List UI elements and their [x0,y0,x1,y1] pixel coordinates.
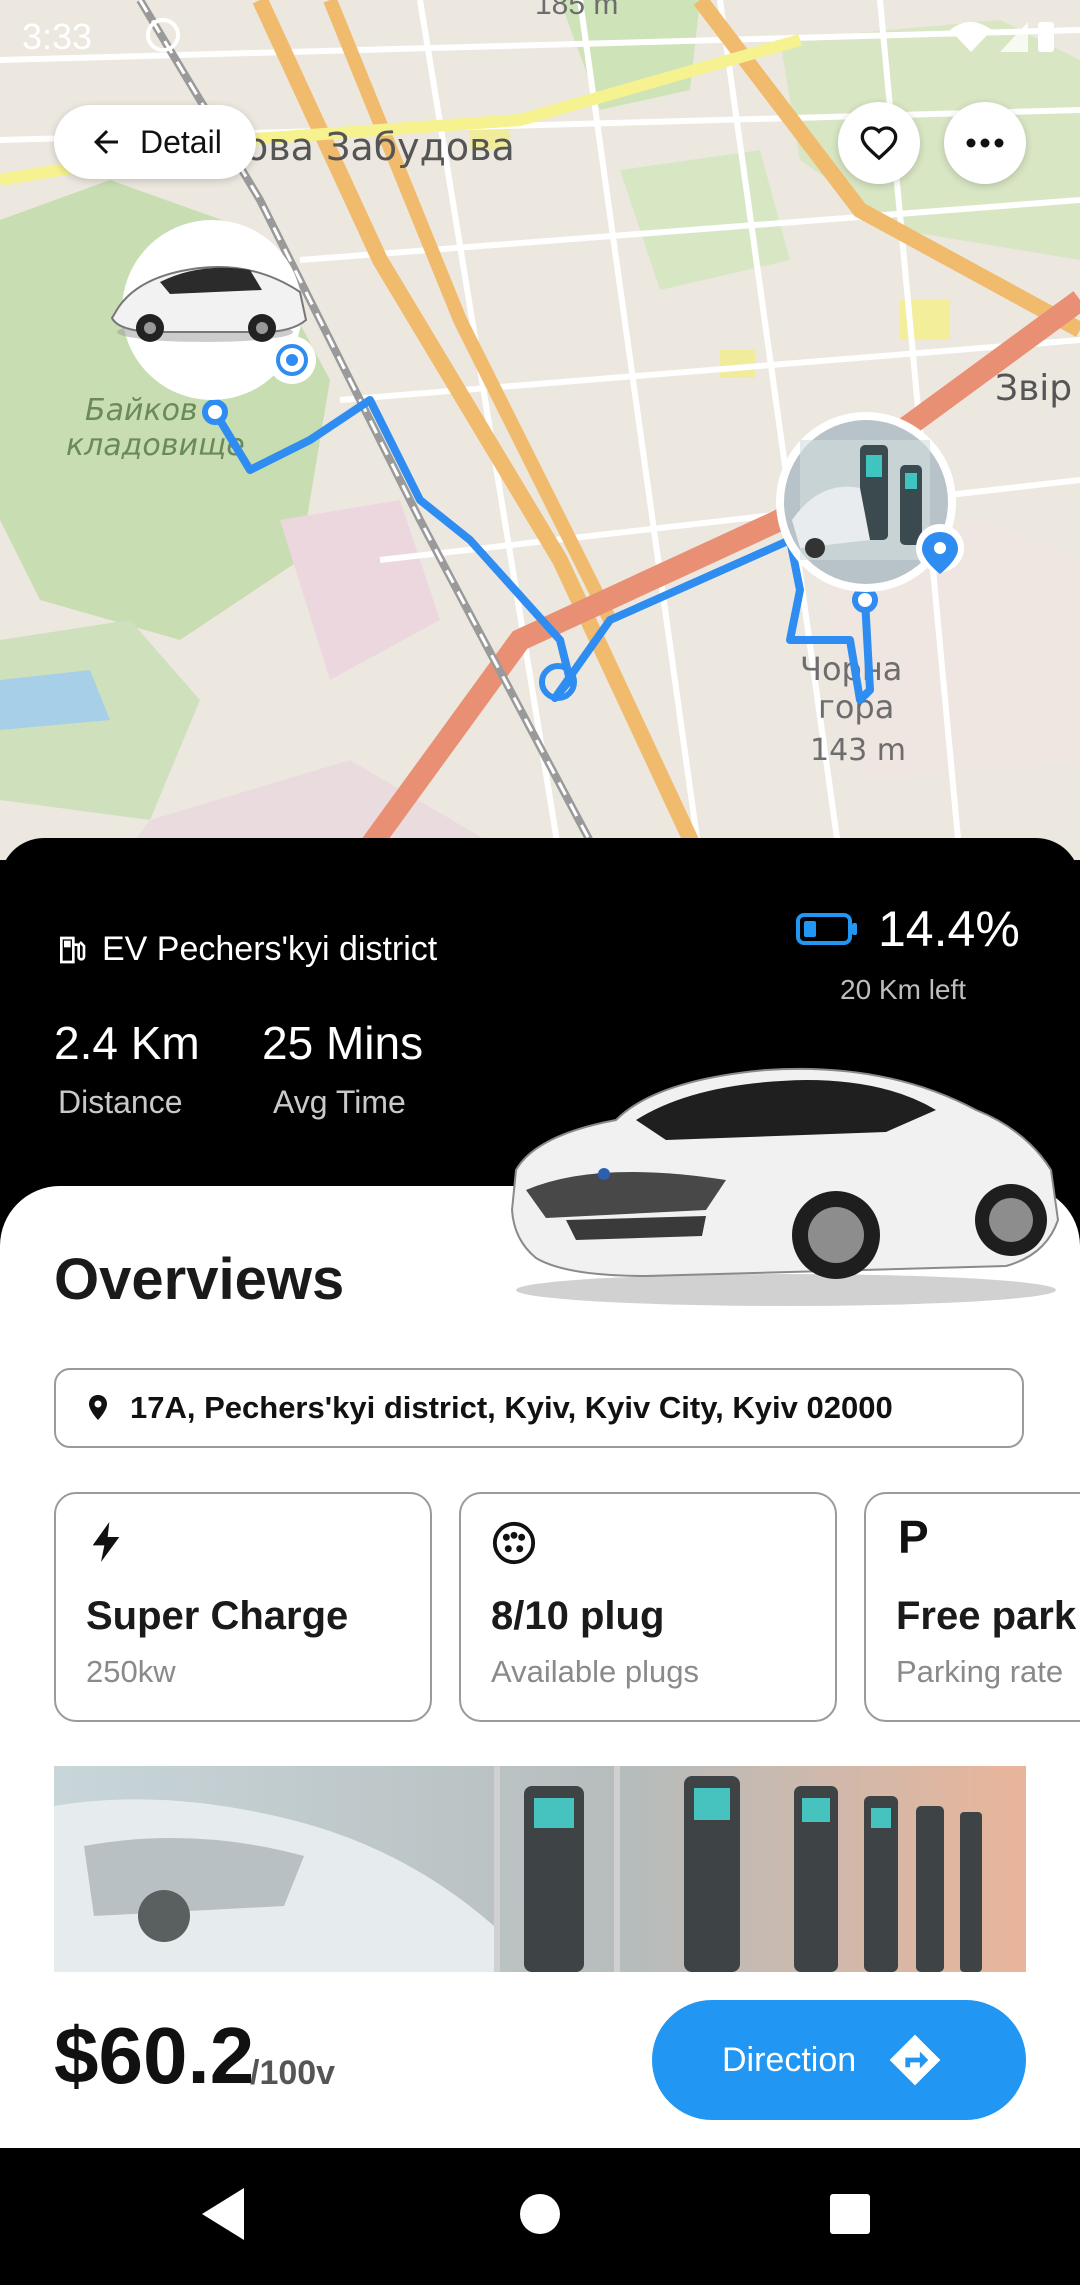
feature-card-subtitle: 250kw [86,1654,176,1689]
wifi-icon [950,22,992,52]
signal-icon [1000,22,1028,52]
address-text: 17A, Pechers'kyi district, Kyiv, Kyiv Ci… [130,1390,893,1425]
parking-icon: P [898,1511,929,1563]
plug-socket-icon [492,1521,536,1565]
status-bar: 3:33 [22,10,1058,60]
feature-card-plugs[interactable]: 8/10 plug Available plugs [459,1492,837,1722]
direction-label: Direction [722,2040,857,2079]
directions-icon [889,2034,941,2086]
back-label: Detail [140,123,222,160]
direction-button[interactable]: Direction [652,2000,1026,2120]
range-left: 20 Km left [840,974,967,1005]
battery-level-icon [796,913,857,945]
overviews-title: Overviews [54,1247,345,1312]
feature-card-parking[interactable]: P Free park Parking rate [864,1492,1080,1722]
avg-time-label: Avg Time [273,1084,406,1120]
more-dots-icon [966,138,1004,148]
more-button[interactable] [944,102,1026,184]
map-label-hill-height: 143 m [810,733,906,768]
feature-card-title: 8/10 plug [491,1594,665,1638]
avg-time-value: 25 Mins [262,1017,424,1069]
sync-icon [146,18,180,52]
heart-outline-icon [860,126,898,161]
price-value: $60.2 [54,2011,255,2100]
feature-card-charge[interactable]: Super Charge 250kw [54,1492,432,1722]
price-unit: /100v [250,2054,336,2092]
map-label-cemetery-2: кладовище [66,428,245,463]
feature-card-title: Free park [896,1594,1077,1638]
feature-card-subtitle: Available plugs [491,1654,699,1689]
system-nav-bar [0,2148,1080,2280]
battery-status-icon [1038,22,1054,52]
distance-value: 2.4 Km [54,1017,200,1069]
nav-recents-icon [830,2194,870,2234]
status-icons [948,18,1058,54]
feature-card-subtitle: Parking rate [896,1654,1064,1689]
station-name: EV Pechers'kyi district [102,930,438,968]
station-name-row: EV Pechers'kyi district [56,930,437,969]
lightning-icon [92,1522,120,1562]
nav-home-icon [520,2194,560,2234]
address-field[interactable]: 17A, Pechers'kyi district, Kyiv, Kyiv Ci… [54,1368,1024,1448]
feature-card-title: Super Charge [86,1594,349,1638]
map-label-cemetery-1: Байков [85,393,198,428]
distance-label: Distance [58,1084,183,1120]
nav-back-icon [202,2188,244,2240]
feature-card-clip: P Free park Parking rate [864,1492,1080,1722]
car-image [510,1067,1060,1306]
back-button[interactable]: Detail [54,105,256,179]
station-photo[interactable] [54,1766,1026,1972]
battery-percent: 14.4% [878,901,1020,957]
map-label-east: Звір [995,368,1072,409]
favorite-button[interactable] [838,102,920,184]
status-time: 3:33 [22,16,93,57]
map-label-district: ова Забудова [245,125,515,169]
fuel-pump-icon [60,936,86,963]
arrow-left-icon [94,130,118,154]
location-pin-icon [89,1395,107,1420]
